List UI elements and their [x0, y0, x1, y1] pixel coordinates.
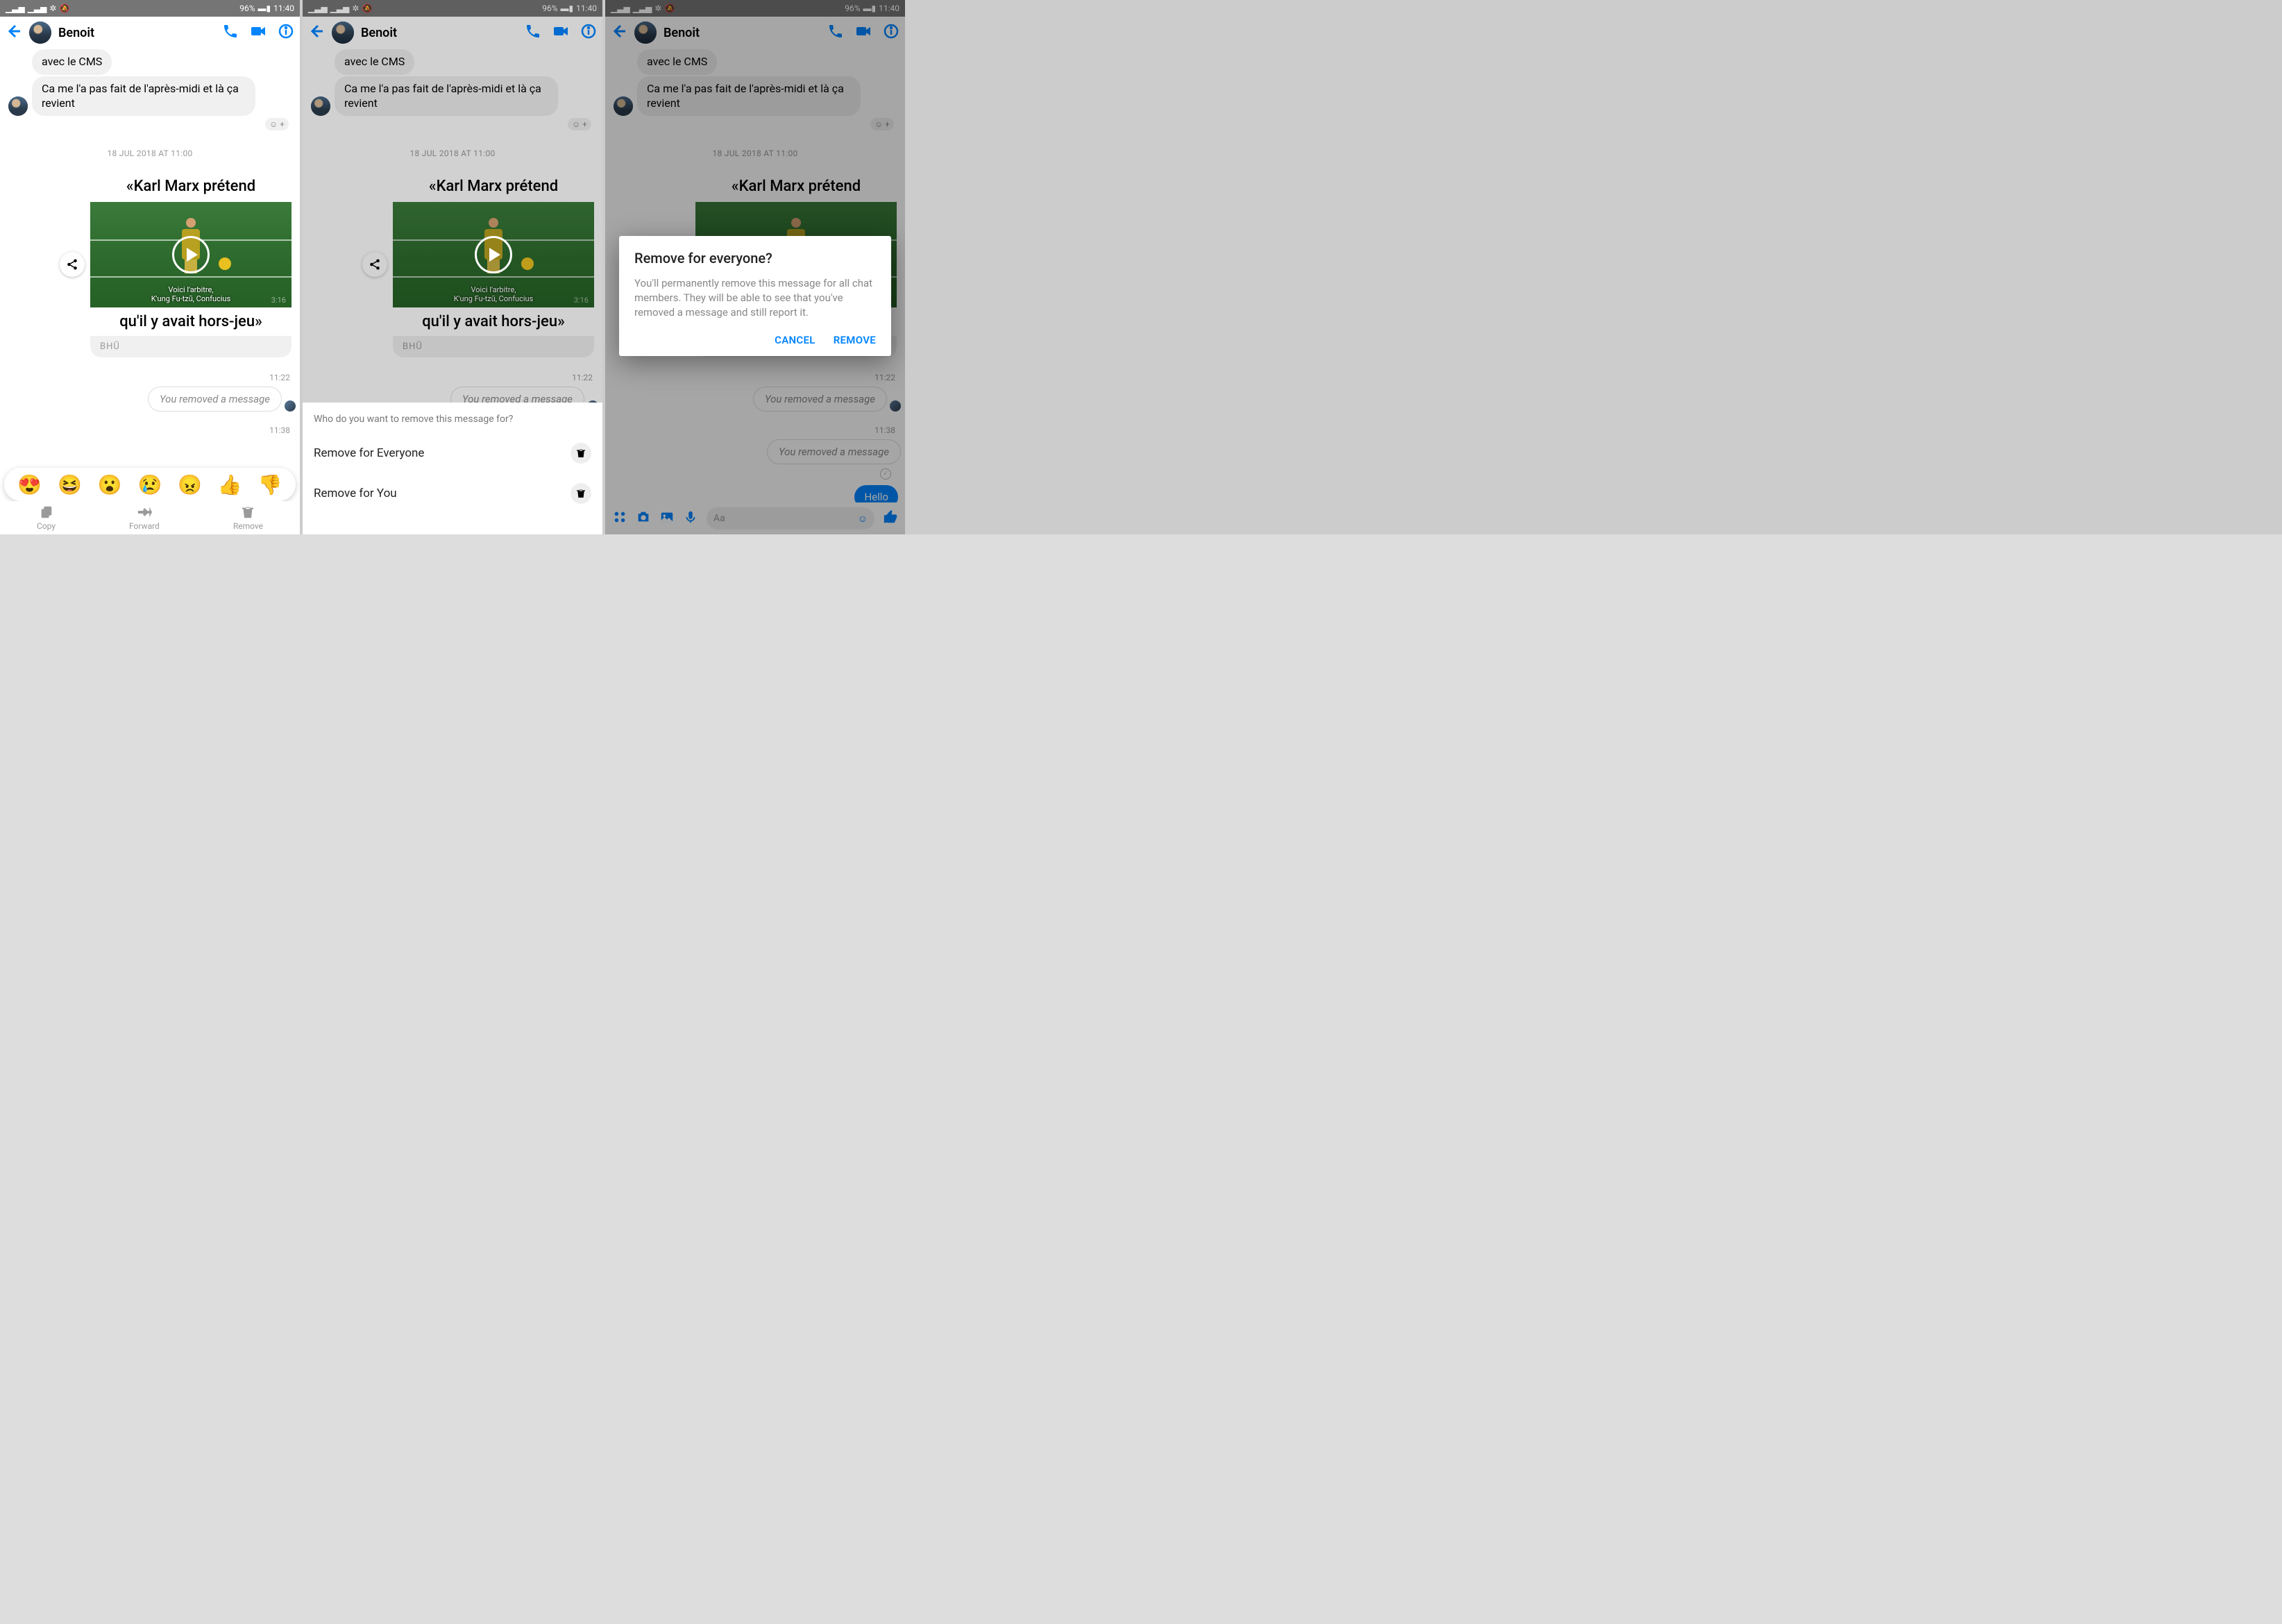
seen-avatar: [285, 400, 296, 412]
play-icon[interactable]: [475, 236, 512, 273]
confirm-remove-button[interactable]: REMOVE: [834, 334, 876, 346]
card-headline-1: «Karl Marx prétend: [90, 171, 291, 202]
incoming-message[interactable]: Ca me l'a pas fait de l'après-midi et là…: [32, 76, 255, 117]
video-call-button[interactable]: [250, 23, 267, 42]
date-separator: 18 JUL 2018 AT 11:00: [0, 135, 300, 168]
contact-avatar[interactable]: [29, 22, 51, 44]
info-button[interactable]: [278, 23, 294, 42]
back-button[interactable]: [6, 23, 22, 42]
add-reaction-button[interactable]: ☺ +: [265, 118, 289, 130]
chat-header: Benoit: [0, 17, 300, 49]
incoming-message[interactable]: avec le CMS: [32, 49, 112, 75]
trash-icon: [570, 443, 591, 464]
emoji-love[interactable]: 😍: [17, 473, 42, 496]
chat-body: avec le CMS Ca me l'a pas fait de l'aprè…: [0, 49, 300, 534]
status-bar: ▁▃▅ ▁▃▅ ✲ 🔕 96% ▬▮ 11:40: [0, 0, 300, 17]
copy-action[interactable]: Copy: [37, 505, 56, 531]
video-thumbnail[interactable]: Voici l'arbitre,K'ung Fu-tzū, Confucius …: [90, 202, 291, 307]
emoji-wow[interactable]: 😮: [98, 473, 122, 496]
screen-2: ▁▃▅▁▃▅✲🔕 96%▬▮11:40 Benoit avec le CMS C…: [303, 0, 602, 534]
remove-for-everyone-option[interactable]: Remove for Everyone: [303, 433, 602, 473]
remove-bottom-sheet: Who do you want to remove this message f…: [303, 403, 602, 534]
dialog-title: Remove for everyone?: [634, 250, 876, 267]
card-source: BHŪ: [90, 336, 291, 357]
screen-3: ▁▃▅▁▃▅✲🔕 96%▬▮11:40 Benoit avec le CMS C…: [605, 0, 905, 534]
clock: 11:40: [273, 3, 294, 13]
emoji-haha[interactable]: 😆: [58, 473, 82, 496]
shared-video-card[interactable]: «Karl Marx prétend Voici l'arbitre,K'ung…: [90, 171, 291, 357]
battery-icon: ▬▮: [258, 3, 271, 13]
play-icon[interactable]: [172, 236, 210, 273]
trash-icon: [570, 483, 591, 504]
voice-call-button[interactable]: [222, 23, 239, 42]
battery-pct: 96%: [239, 3, 255, 13]
emoji-sad[interactable]: 😢: [138, 473, 162, 496]
sender-avatar[interactable]: [8, 96, 28, 116]
emoji-thumbs-up[interactable]: 👍: [218, 473, 242, 496]
timestamp: 11:22: [0, 360, 300, 385]
card-headline-2: qu'il y avait hors-jeu»: [90, 307, 291, 336]
confirm-dialog: Remove for everyone? You'll permanently …: [619, 236, 891, 356]
dnd-icon: 🔕: [59, 3, 69, 13]
remove-for-you-option[interactable]: Remove for You: [303, 473, 602, 514]
reaction-picker: 😍 😆 😮 😢 😠 👍 👎: [4, 468, 296, 501]
share-button[interactable]: [60, 252, 85, 277]
remove-action[interactable]: Remove: [233, 505, 263, 531]
emoji-angry[interactable]: 😠: [178, 473, 202, 496]
wifi-icon: ▁▃▅: [28, 3, 47, 13]
screen-1: ▁▃▅ ▁▃▅ ✲ 🔕 96% ▬▮ 11:40 Benoit avec le …: [0, 0, 300, 534]
removed-message-placeholder[interactable]: You removed a message: [148, 387, 282, 412]
message-action-bar: Copy Forward Remove: [0, 501, 300, 534]
video-duration: 3:16: [271, 296, 286, 305]
contact-name[interactable]: Benoit: [58, 26, 215, 40]
cancel-button[interactable]: CANCEL: [775, 334, 815, 346]
dialog-body: You'll permanently remove this message f…: [634, 276, 876, 320]
forward-action[interactable]: Forward: [129, 505, 160, 531]
emoji-thumbs-down[interactable]: 👎: [258, 473, 282, 496]
bluetooth-icon: ✲: [49, 3, 56, 13]
timestamp: 11:38: [0, 413, 300, 438]
signal-icon: ▁▃▅: [6, 3, 25, 13]
sheet-prompt: Who do you want to remove this message f…: [303, 403, 602, 433]
